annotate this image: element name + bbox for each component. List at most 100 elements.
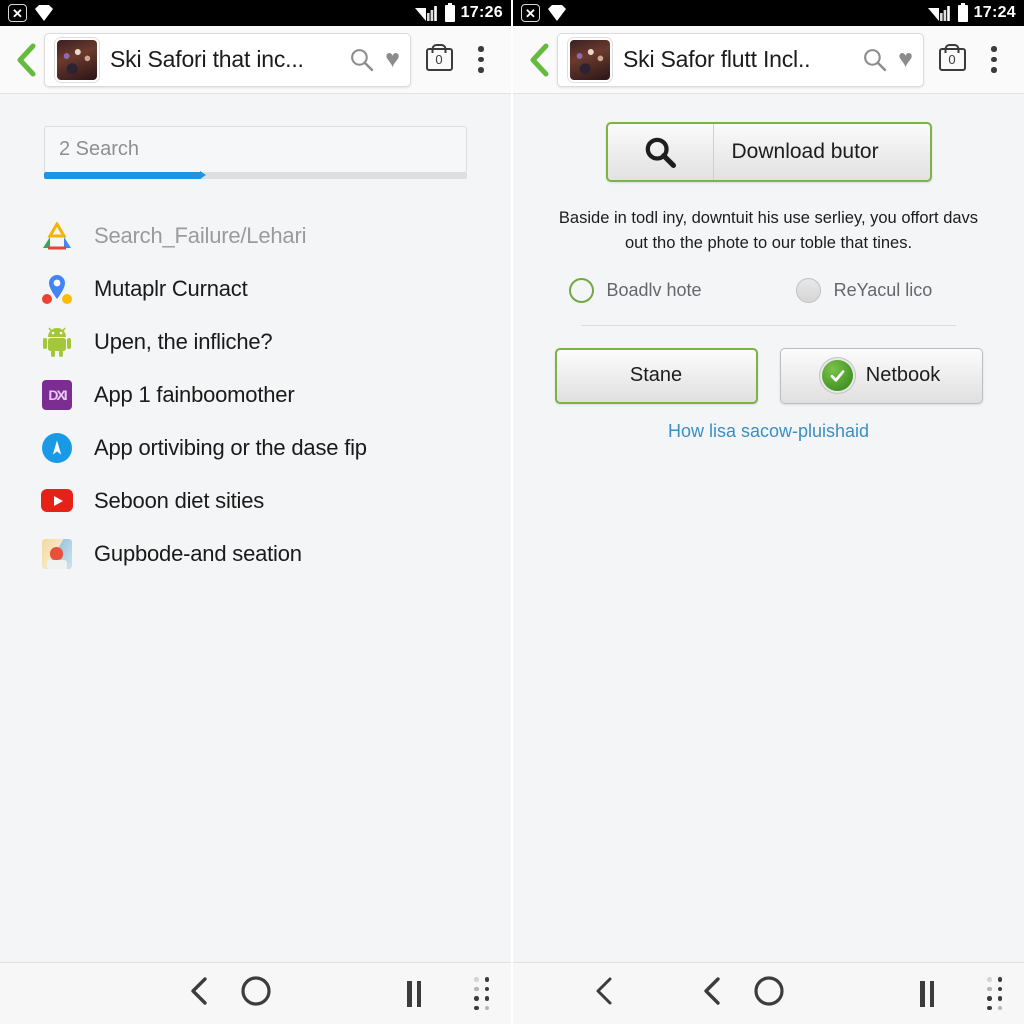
search-magnifier-icon: [608, 124, 714, 180]
app-header-right: Ski Safor flutt Incl.. ♥ 0: [513, 26, 1024, 94]
list-item-label: App ortivibing or the dase fip: [94, 434, 367, 460]
list-item[interactable]: Mutaplr Curnact: [40, 262, 511, 315]
search-area: 2 Search: [44, 126, 467, 179]
blue-circle-app-icon: [40, 431, 74, 465]
nav-recents-button[interactable]: [474, 977, 489, 1010]
signal-icon: [927, 6, 950, 21]
nav-back-button[interactable]: [699, 976, 725, 1011]
progress-bar-fill: [44, 171, 205, 179]
help-link[interactable]: How lisa sacow-pluishaid: [513, 421, 1024, 442]
list-item[interactable]: Search_Failure/Lehari: [40, 209, 511, 262]
title-pill[interactable]: Ski Safori that inc... ♥: [44, 32, 411, 87]
status-bar-right: ✕ 17:24: [513, 0, 1024, 26]
netbook-button[interactable]: Netbook: [779, 347, 983, 404]
battery-icon: [444, 2, 455, 22]
search-input[interactable]: 2 Search: [44, 126, 467, 173]
heart-icon[interactable]: ♥: [898, 47, 913, 72]
youtube-icon: [40, 484, 74, 518]
bag-count: 0: [435, 52, 443, 67]
bag-icon: 0: [425, 48, 453, 71]
list-item-label: Seboon diet sities: [94, 487, 265, 513]
photos-icon: [40, 537, 74, 571]
list-item-label: Mutaplr Curnact: [94, 275, 248, 301]
overflow-menu-button[interactable]: [974, 46, 1014, 73]
pill-icons: ♥: [856, 47, 913, 72]
radio-group: Boadlv hote ReYacul lico: [568, 277, 969, 303]
x-badge-icon: ✕: [521, 4, 540, 22]
green-check-icon: [821, 360, 853, 391]
nav-pause-button[interactable]: [407, 980, 421, 1007]
stane-button[interactable]: Stane: [554, 347, 758, 404]
status-time: 17:26: [460, 4, 503, 21]
radio-option-1[interactable]: Boadlv hote: [568, 277, 702, 303]
back-button[interactable]: [523, 43, 557, 77]
bag-count: 0: [948, 52, 956, 67]
status-left-icons: ✕: [521, 4, 566, 22]
description-text: Baside in todl iny, downtuit his use ser…: [558, 209, 979, 252]
progress-bar: [44, 171, 467, 179]
radio-option-2[interactable]: ReYacul lico: [795, 277, 933, 303]
search-icon[interactable]: [862, 47, 887, 72]
search-icon[interactable]: [349, 47, 374, 72]
heart-icon[interactable]: ♥: [385, 47, 400, 72]
stane-button-label: Stane: [629, 364, 683, 386]
maps-pin-icon: [40, 272, 74, 306]
avatar: [55, 37, 99, 82]
right-phone-screen: ✕ 17:24 Ski Safor flutt Incl.. ♥ 0 Downl…: [513, 0, 1024, 1024]
left-phone-screen: ✕ 17:26 Ski Safori that inc... ♥ 0 2 Sea…: [0, 0, 511, 1024]
list-item-label: Search_Failure/Lehari: [94, 222, 307, 248]
download-button-label: Download butor: [731, 140, 879, 163]
app-header-left: Ski Safori that inc... ♥ 0: [0, 26, 511, 94]
page-title: Ski Safori that inc...: [110, 46, 304, 72]
list-item-label: App 1 fainboomother: [94, 381, 295, 407]
status-time: 17:24: [973, 4, 1016, 21]
radio-icon-unselected[interactable]: [795, 277, 821, 303]
panel-divider: [511, 0, 513, 1024]
nav-home-button[interactable]: [240, 975, 272, 1012]
bag-icon: 0: [938, 48, 966, 71]
status-right-icons: 17:26: [414, 2, 503, 22]
status-bar-left: ✕ 17:26: [0, 0, 511, 26]
right-content: Download butor Baside in todl iny, downt…: [513, 94, 1024, 962]
status-left-icons: ✕: [8, 4, 53, 22]
signal-icon: [414, 6, 437, 21]
android-icon: [40, 325, 74, 359]
nav-back-button[interactable]: [186, 976, 212, 1011]
back-button[interactable]: [10, 43, 44, 77]
page-title: Ski Safor flutt Incl..: [623, 46, 811, 72]
divider: [581, 324, 956, 326]
radio-label: ReYacul lico: [833, 279, 933, 300]
status-right-icons: 17:24: [927, 2, 1016, 22]
cart-button[interactable]: 0: [417, 48, 461, 71]
diamond-icon: [35, 5, 53, 21]
app-result-list: Search_Failure/Lehari Mutaplr Curnact Upen…: [0, 209, 511, 580]
diamond-icon: [548, 5, 566, 21]
adsense-icon: [40, 219, 74, 253]
nav-pause-button[interactable]: [920, 980, 934, 1007]
cart-button[interactable]: 0: [930, 48, 974, 71]
x-badge-icon: ✕: [8, 4, 27, 22]
pill-icons: ♥: [343, 47, 400, 72]
nav-home-button[interactable]: [753, 975, 785, 1012]
list-item[interactable]: App ortivibing or the dase fip: [40, 421, 511, 474]
list-item[interactable]: Gupbode-and seation: [40, 527, 511, 580]
nav-recents-button[interactable]: [987, 977, 1002, 1010]
netbook-button-label: Netbook: [865, 364, 941, 386]
overflow-menu-button[interactable]: [461, 46, 501, 73]
left-content: 2 Search Search_Failure/Lehari Mutaplr Cu…: [0, 94, 511, 962]
download-button[interactable]: Download butor: [605, 122, 932, 182]
purple-app-icon: DXI: [40, 378, 74, 412]
battery-icon: [957, 2, 968, 22]
nav-extra-back-button[interactable]: [591, 976, 617, 1011]
title-pill[interactable]: Ski Safor flutt Incl.. ♥: [557, 32, 924, 87]
list-item[interactable]: Seboon diet sities: [40, 474, 511, 527]
list-item[interactable]: DXI App 1 fainboomother: [40, 368, 511, 421]
radio-label: Boadlv hote: [606, 279, 702, 300]
system-nav-bar-left: [0, 962, 511, 1024]
radio-icon-selected[interactable]: [568, 277, 594, 303]
list-item-label: Upen, the infliche?: [94, 328, 273, 354]
list-item[interactable]: Upen, the infliche?: [40, 315, 511, 368]
action-buttons: Stane Netbook: [554, 347, 983, 404]
system-nav-bar-right: [513, 962, 1024, 1024]
list-item-label: Gupbode-and seation: [94, 540, 302, 566]
